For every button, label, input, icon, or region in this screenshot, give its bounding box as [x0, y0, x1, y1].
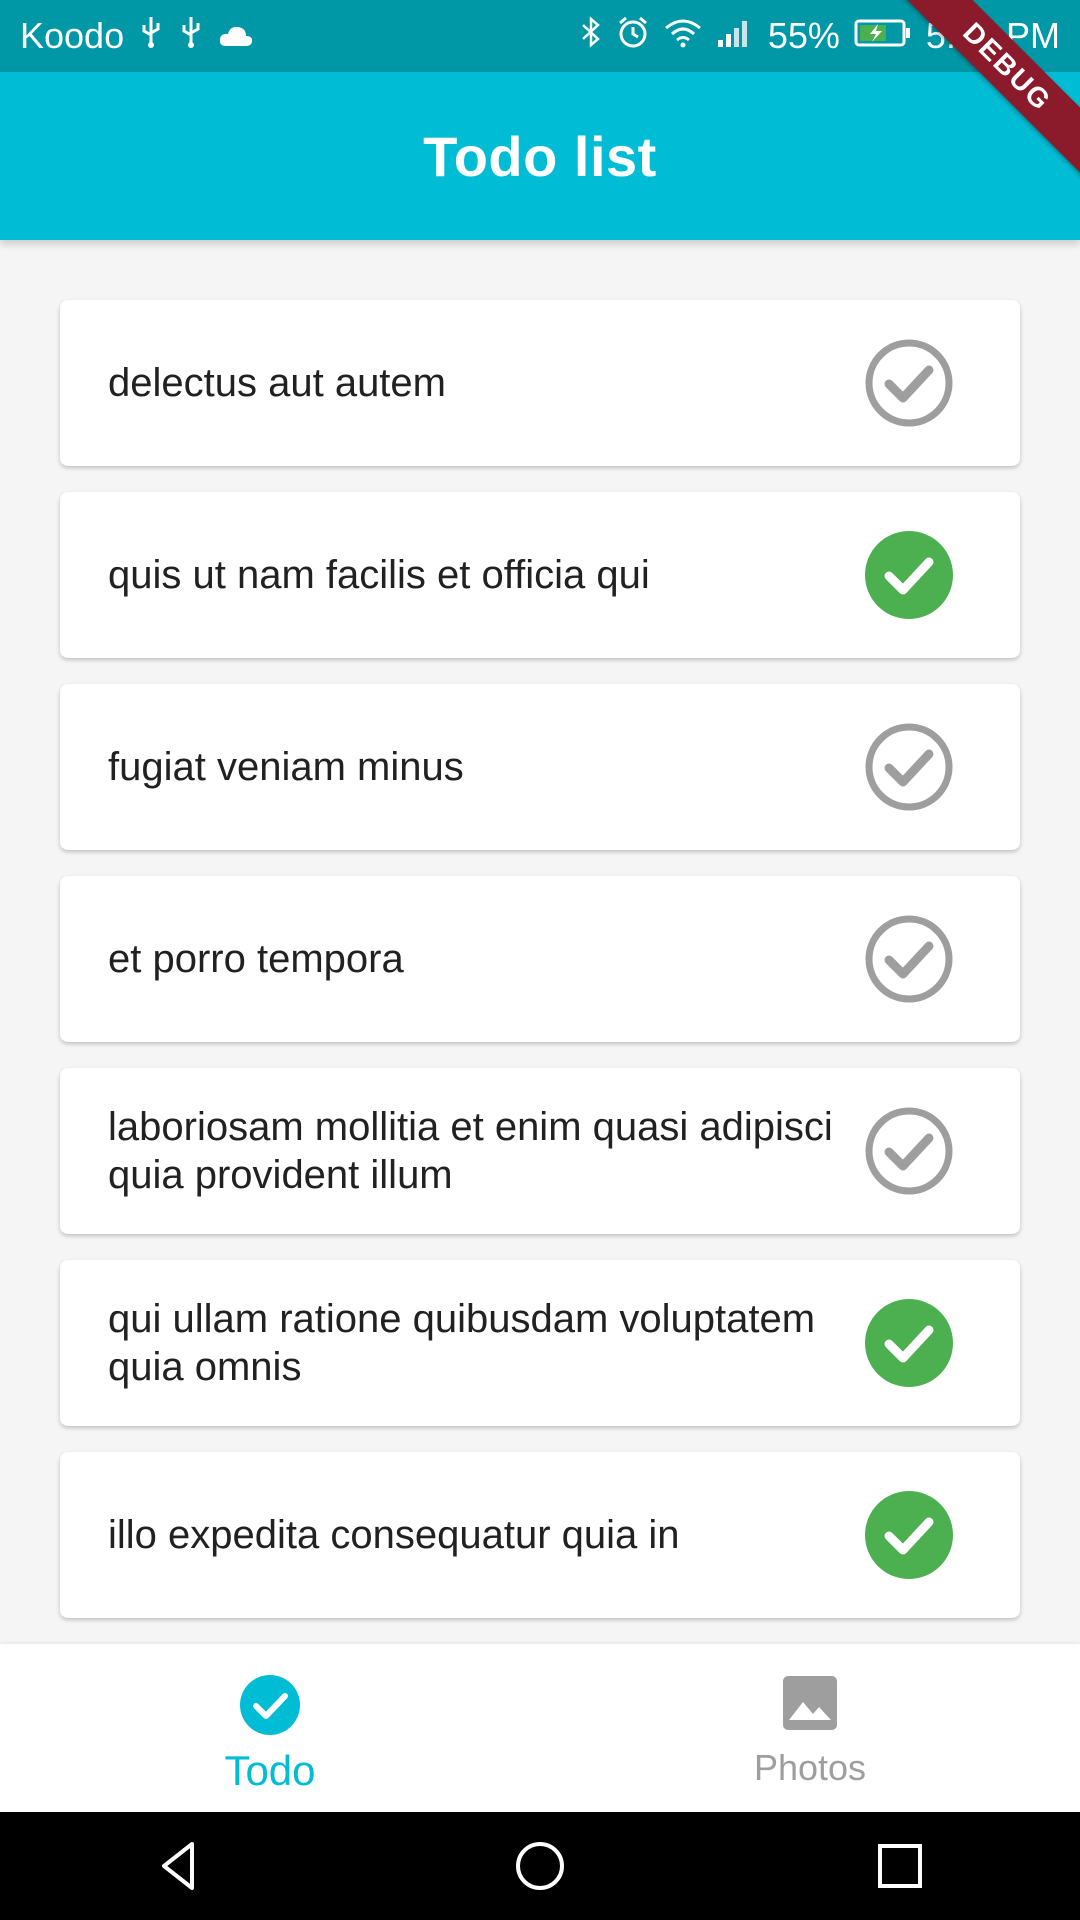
home-button[interactable]: [512, 1838, 568, 1894]
pending-check-icon[interactable]: [864, 338, 954, 428]
signal-icon: [716, 15, 754, 57]
bottom-navigation: Todo Photos: [0, 1644, 1080, 1812]
todo-item[interactable]: fugiat veniam minus: [60, 684, 1020, 850]
pending-check-icon[interactable]: [864, 914, 954, 1004]
usb-icon-2: [178, 15, 204, 58]
bluetooth-icon: [580, 15, 602, 58]
todo-title: illo expedita consequatur quia in: [108, 1513, 680, 1557]
completed-check-icon[interactable]: [864, 1298, 954, 1388]
battery-icon: [854, 15, 912, 57]
nav-label-photos: Photos: [753, 1747, 867, 1788]
system-navigation-bar: [0, 1812, 1080, 1920]
app-bar: Todo list: [0, 72, 1080, 240]
pending-check-icon[interactable]: [864, 1106, 954, 1196]
completed-check-icon[interactable]: [864, 1490, 954, 1580]
usb-icon: [138, 15, 164, 58]
todo-item[interactable]: qui ullam ratione quibusdam voluptatem q…: [60, 1260, 1020, 1426]
todo-item[interactable]: delectus aut autem: [60, 300, 1020, 466]
todo-title: delectus aut autem: [108, 361, 446, 405]
completed-check-icon[interactable]: [864, 530, 954, 620]
photo-icon: [781, 1674, 839, 1737]
todo-list: delectus aut autem quis ut nam facilis et…: [60, 300, 1020, 1644]
alarm-icon: [616, 15, 650, 58]
back-button[interactable]: [152, 1838, 208, 1894]
battery-percent: 55%: [767, 15, 840, 56]
cloud-icon: [218, 15, 254, 57]
todo-title: et porro tempora: [108, 937, 404, 981]
recents-button[interactable]: [872, 1838, 928, 1894]
todo-item[interactable]: illo expedita consequatur quia in: [60, 1452, 1020, 1618]
check-circle-icon: [239, 1674, 301, 1741]
todo-title: laboriosam mollitia et enim quasi adipis…: [108, 1105, 833, 1197]
todo-item[interactable]: laboriosam mollitia et enim quasi adipis…: [60, 1068, 1020, 1234]
todo-item[interactable]: et porro tempora: [60, 876, 1020, 1042]
todo-title: fugiat veniam minus: [108, 745, 464, 789]
wifi-icon: [664, 15, 702, 57]
todo-item[interactable]: quis ut nam facilis et officia qui: [60, 492, 1020, 658]
todo-title: qui ullam ratione quibusdam voluptatem q…: [108, 1297, 816, 1389]
page-title: Todo list: [423, 124, 657, 188]
nav-item-todo[interactable]: Todo: [0, 1644, 540, 1812]
nav-item-photos[interactable]: Photos: [540, 1644, 1080, 1812]
todo-title: quis ut nam facilis et officia qui: [108, 553, 650, 597]
pending-check-icon[interactable]: [864, 722, 954, 812]
carrier-name: Koodo: [20, 15, 125, 56]
nav-label-todo: Todo: [224, 1747, 316, 1794]
